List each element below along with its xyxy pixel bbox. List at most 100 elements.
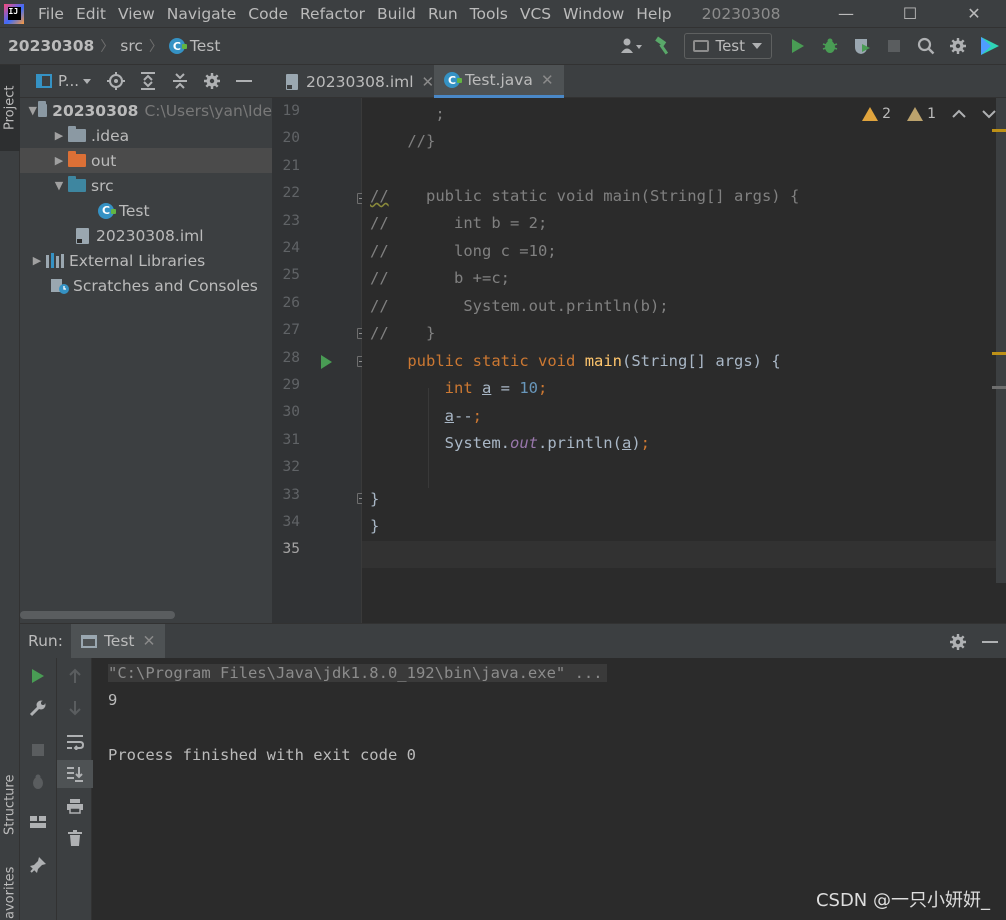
close-tab-icon[interactable]: ✕ — [422, 73, 435, 91]
structure-tool-tab[interactable]: Structure — [0, 765, 20, 845]
console-output[interactable]: "C:\Program Files\Java\jdk1.8.0_192\bin\… — [108, 658, 1006, 920]
editor-scrollbar[interactable] — [996, 98, 1006, 583]
warning-count: 2 — [882, 106, 892, 122]
project-tool-tab[interactable]: Project — [0, 65, 20, 151]
inspection-widget[interactable]: 2 1 — [862, 106, 996, 122]
project-view-select[interactable]: P... — [20, 72, 100, 90]
code-with-me-icon[interactable] — [974, 28, 1006, 64]
weak-warning-count: 1 — [927, 106, 936, 122]
chevron-down-icon[interactable]: ▼ — [50, 179, 68, 192]
tree-item-label: src — [91, 176, 114, 195]
pin-icon[interactable] — [20, 851, 56, 879]
search-icon[interactable] — [910, 28, 942, 64]
code-line-19: ; — [370, 105, 445, 123]
print-icon[interactable] — [57, 792, 93, 820]
hide-panel-icon[interactable] — [228, 65, 260, 98]
layout-icon[interactable] — [20, 808, 56, 836]
arrow-down-icon[interactable] — [57, 694, 93, 722]
tree-item-test[interactable]: C Test — [20, 198, 272, 223]
breadcrumb-project[interactable]: 20230308 — [8, 37, 94, 55]
menu-edit[interactable]: Edit — [70, 5, 112, 23]
chevron-right-icon[interactable]: ▶ — [50, 154, 68, 167]
chevron-right-icon: 〉 — [148, 39, 163, 55]
tree-item-scratches[interactable]: Scratches and Consoles — [20, 273, 272, 298]
debug-icon[interactable] — [814, 28, 846, 64]
debug-disabled-icon[interactable] — [20, 768, 56, 796]
trash-icon[interactable] — [57, 824, 93, 852]
tree-item-idea[interactable]: ▶ .idea — [20, 123, 272, 148]
tree-item-src[interactable]: ▼ src — [20, 173, 272, 198]
warning-marker[interactable] — [992, 352, 1006, 355]
stop-icon[interactable] — [20, 736, 56, 764]
scroll-to-end-icon[interactable] — [57, 760, 93, 788]
chevron-up-icon[interactable] — [952, 109, 966, 119]
console-icon — [80, 634, 97, 648]
run-gutter-icon[interactable] — [321, 355, 332, 369]
settings-gear-icon[interactable] — [942, 28, 974, 64]
menu-navigate[interactable]: Navigate — [161, 5, 243, 23]
close-window-button[interactable]: ✕ — [942, 0, 1006, 27]
close-tab-icon[interactable]: ✕ — [541, 71, 554, 89]
favorites-tool-tab[interactable]: avorites — [0, 865, 20, 920]
run-config-icon — [693, 40, 710, 52]
menu-window[interactable]: Window — [557, 5, 630, 23]
close-tab-icon[interactable]: ✕ — [142, 632, 155, 650]
chevron-right-icon[interactable]: ▶ — [50, 129, 68, 142]
run-configuration-select[interactable]: Test — [684, 33, 772, 59]
menu-tools[interactable]: Tools — [464, 5, 514, 23]
build-hammer-icon[interactable] — [648, 28, 680, 64]
run-tool-window: Run: Test ✕ "C:\Program Files\Java\jdk1.… — [20, 623, 1006, 920]
line-number: 23 — [282, 212, 300, 229]
menu-run[interactable]: Run — [422, 5, 464, 23]
folder-icon — [68, 126, 86, 142]
tree-item-external-libraries[interactable]: ▶ External Libraries — [20, 248, 272, 273]
project-toolbar: P... — [20, 65, 272, 98]
wrench-icon[interactable] — [20, 694, 56, 722]
hide-run-panel-icon[interactable] — [974, 624, 1006, 660]
info-marker[interactable] — [992, 386, 1006, 389]
chevron-right-icon[interactable]: ▶ — [28, 254, 46, 267]
chevron-down-icon[interactable] — [982, 109, 996, 119]
soft-wrap-icon[interactable] — [57, 728, 93, 756]
coverage-icon[interactable] — [846, 28, 878, 64]
expand-all-icon[interactable] — [132, 65, 164, 98]
project-view-icon — [36, 74, 52, 88]
minimize-button[interactable]: — — [814, 0, 878, 27]
collapse-all-icon[interactable] — [164, 65, 196, 98]
code-line-34: } — [370, 517, 380, 535]
warning-marker[interactable] — [992, 129, 1006, 132]
run-tab-test[interactable]: Test ✕ — [70, 624, 166, 658]
stop-icon[interactable] — [878, 28, 910, 64]
console-actions-toolbar — [56, 658, 93, 920]
menu-vcs[interactable]: VCS — [514, 5, 557, 23]
breadcrumb-src[interactable]: src — [120, 37, 143, 55]
menu-code[interactable]: Code — [242, 5, 294, 23]
run-icon[interactable] — [782, 28, 814, 64]
code-editor[interactable]: ; //} // public static void main(String[… — [362, 98, 996, 623]
tree-item-out[interactable]: ▶ out — [20, 148, 272, 173]
project-settings-gear-icon[interactable] — [196, 65, 228, 98]
menu-view[interactable]: View — [112, 5, 161, 23]
tab-iml[interactable]: 20230308.iml ✕ — [276, 65, 444, 98]
tree-item-project-root[interactable]: ▼ 20230308 C:\Users\yan\Ide — [20, 98, 272, 123]
rerun-icon[interactable] — [20, 662, 56, 690]
menu-file[interactable]: File — [32, 5, 70, 23]
project-tree-scrollbar[interactable] — [20, 611, 175, 619]
warning-icon — [862, 107, 879, 121]
line-number: 35 — [282, 541, 300, 558]
line-number: 21 — [282, 157, 300, 174]
menu-help[interactable]: Help — [630, 5, 677, 23]
menu-refactor[interactable]: Refactor — [294, 5, 371, 23]
breadcrumb-test[interactable]: Test — [190, 37, 221, 55]
line-number: 30 — [282, 404, 300, 421]
user-dropdown-icon[interactable] — [616, 28, 648, 64]
maximize-button[interactable]: ☐ — [878, 0, 942, 27]
tab-test-java[interactable]: C Test.java ✕ — [434, 65, 564, 98]
chevron-down-icon[interactable]: ▼ — [28, 104, 38, 117]
tree-item-label: Scratches and Consoles — [73, 276, 258, 295]
menu-build[interactable]: Build — [371, 5, 422, 23]
locate-target-icon[interactable] — [100, 65, 132, 98]
run-settings-gear-icon[interactable] — [942, 624, 974, 660]
tree-item-iml[interactable]: 20230308.iml — [20, 223, 272, 248]
arrow-up-icon[interactable] — [57, 662, 93, 690]
